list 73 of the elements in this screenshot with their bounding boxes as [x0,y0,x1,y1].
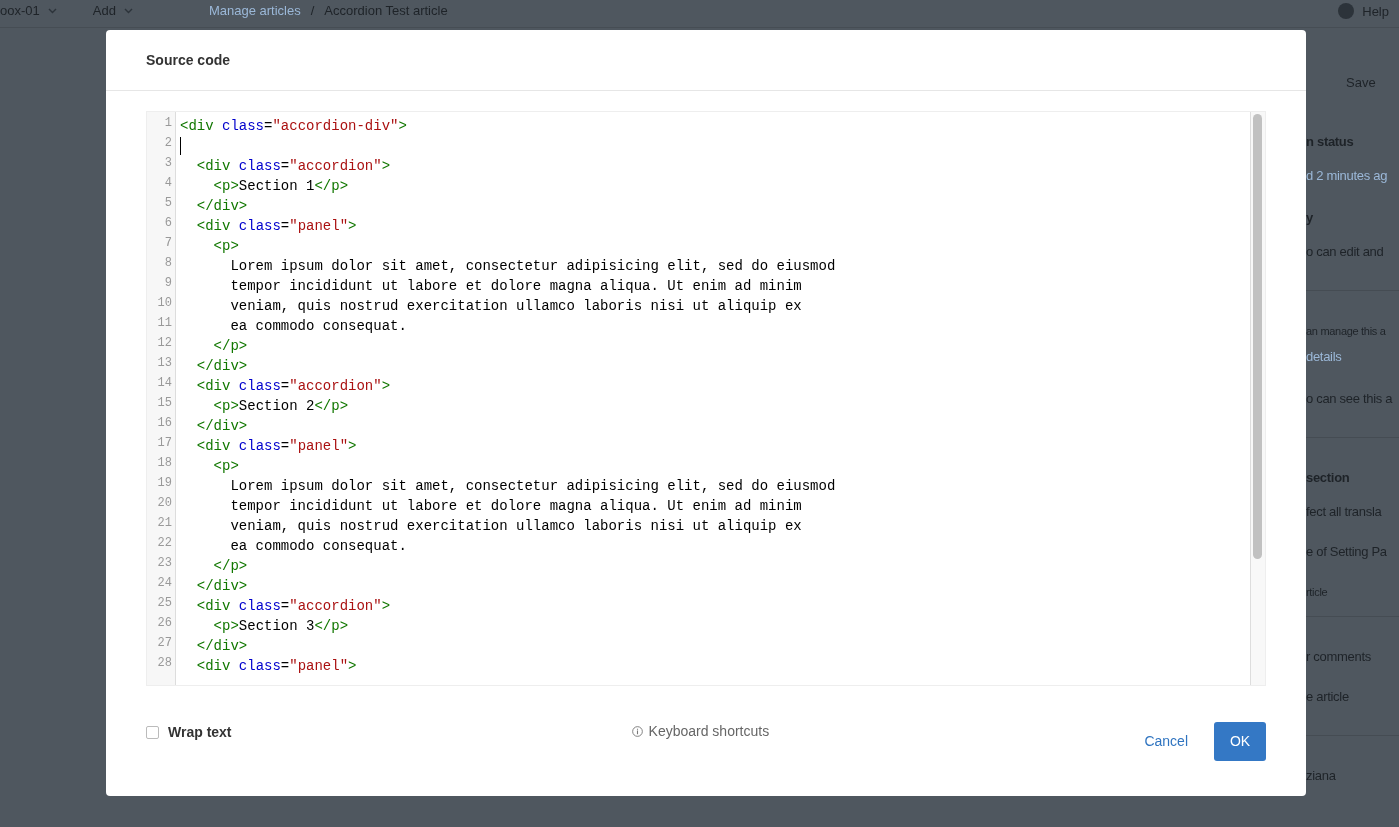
code-line: <p> [212,238,239,254]
info-icon [631,725,643,737]
breadcrumb-link[interactable]: Manage articles [208,3,301,18]
code-line: <div class="accordion-div"> [180,118,407,134]
line-number: 3 [163,156,173,172]
panel-link[interactable]: d 2 minutes ag [1306,166,1399,186]
checkbox[interactable] [146,725,159,739]
code-line: </div> [195,198,248,214]
line-number: 8 [163,256,173,272]
line-number: 5 [163,196,173,212]
line-number: 6 [163,216,173,232]
line-number: 1 [163,116,173,132]
code-editor[interactable] [146,111,1266,686]
code-line: Lorem ipsum dolor sit amet, consectetur adipisicing elit, sed do eiusmod [229,258,836,274]
breadcrumb-item: / [310,3,315,18]
scrollbar-thumb[interactable] [1253,114,1262,559]
line-number: 20 [156,496,173,512]
line-number: 26 [156,616,173,632]
line-number: 17 [156,436,173,452]
code-line: </div> [195,358,248,374]
line-number: 28 [156,656,173,672]
code-line: <div class="panel"> [195,438,357,454]
line-number: 2 [163,136,173,152]
line-number: 19 [156,476,173,492]
code-line: veniam, quis nostrud exercitation ullamco laboris nisi ut aliquip ex [229,518,802,534]
code-line: <div class="panel"> [195,218,357,234]
panel-link[interactable]: details [1306,347,1399,367]
code-line: <p> [212,458,239,474]
ok-button[interactable]: OK [1214,721,1266,761]
code-line: veniam, quis nostrud exercitation ullamco laboris nisi ut aliquip ex [229,298,802,314]
dialog-title: Source code [146,52,231,68]
line-number: 9 [163,276,173,292]
line-number: 7 [163,236,173,252]
line-number: 18 [156,456,173,472]
line-number: 16 [156,416,173,432]
line-number: 14 [156,376,173,392]
code-line: <p>Section 2</p> [212,398,349,414]
code-line: </p> [212,558,248,574]
code-line: ea commodo consequat. [229,318,407,334]
code-line: ea commodo consequat. [229,538,407,554]
line-number: 22 [156,536,173,552]
cancel-button[interactable]: Cancel [1144,733,1188,749]
line-number: 11 [156,316,173,332]
chevron-down-icon [47,7,57,14]
wrap-text-checkbox[interactable]: Wrap text [146,724,232,740]
checkbox-label: Wrap text [168,724,232,740]
line-number: 15 [156,396,173,412]
code-line: </div> [195,418,248,434]
code-line: <p>Section 3</p> [212,618,349,634]
line-number: 25 [156,596,173,612]
code-line: tempor incididunt ut labore et dolore magna aliqua. Ut enim ad minim [229,278,802,294]
code-line: <div class="panel"> [195,658,357,674]
keyboard-shortcuts-link[interactable]: Keyboard shortcuts [631,723,770,739]
line-number: 27 [156,636,173,652]
code-line: tempor incididunt ut labore et dolore magna aliqua. Ut enim ad minim [229,498,802,514]
chevron-down-icon [123,7,133,14]
code-line: </div> [195,578,248,594]
code-line: <div class="accordion"> [195,598,391,614]
code-line: <p>Section 1</p> [212,178,349,194]
user-icon [1338,3,1355,19]
line-number: 21 [156,516,173,532]
line-number: 10 [156,296,173,312]
line-number: 12 [156,336,173,352]
text-cursor [180,137,181,155]
line-number: 4 [163,176,173,192]
code-line: </p> [212,338,248,354]
code-line: <div class="accordion"> [195,158,391,174]
code-line: Lorem ipsum dolor sit amet, consectetur adipisicing elit, sed do eiusmod [229,478,836,494]
line-number: 24 [156,576,173,592]
line-number: 13 [156,356,173,372]
code-line: <div class="accordion"> [195,378,391,394]
line-number: 23 [156,556,173,572]
code-line: </div> [195,638,248,654]
